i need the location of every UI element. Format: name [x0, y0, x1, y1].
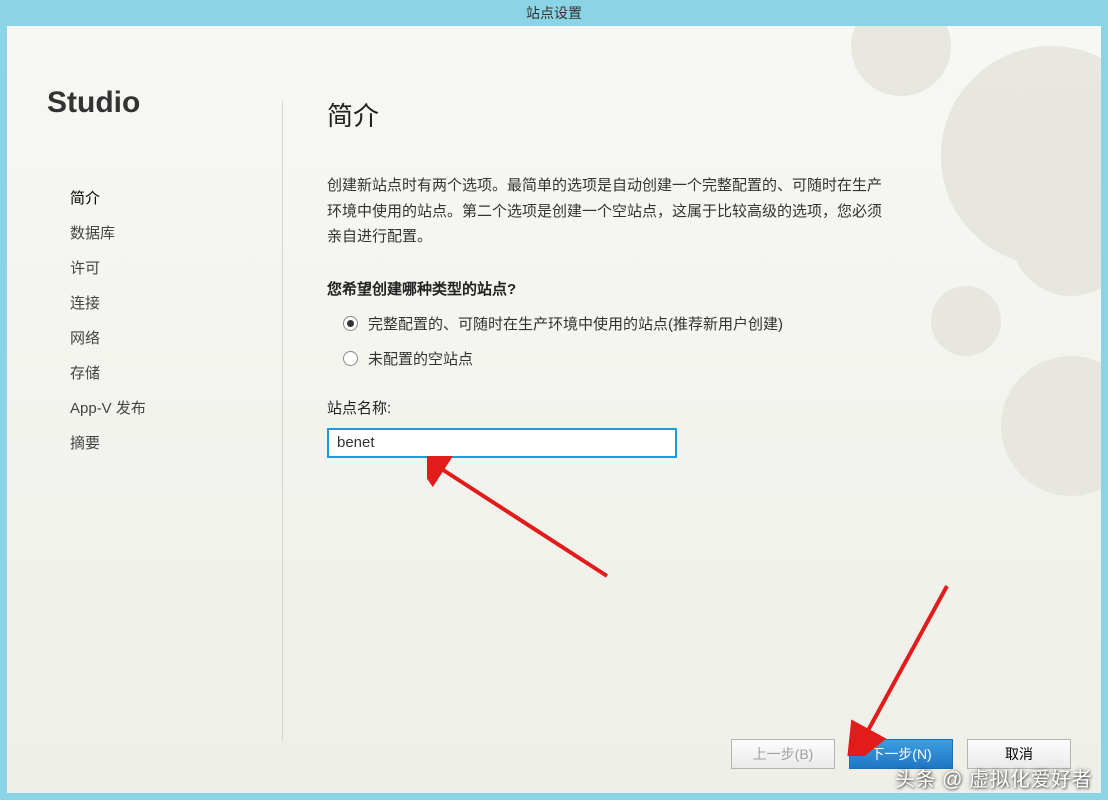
site-name-label: 站点名称:	[327, 397, 1061, 418]
nav-list: 简介 数据库 许可 连接 网络 存储 App-V 发布 摘要	[42, 180, 262, 460]
nav-item-network[interactable]: 网络	[42, 320, 262, 355]
back-button: 上一步(B)	[731, 739, 835, 769]
section-heading: 简介	[327, 96, 1061, 133]
sidebar: Studio 简介 数据库 许可 连接 网络 存储 App-V 发布 摘要	[42, 86, 262, 460]
radio-label: 完整配置的、可随时在生产环境中使用的站点(推荐新用户创建)	[368, 313, 783, 334]
window-body: Studio 简介 数据库 许可 连接 网络 存储 App-V 发布 摘要 简介…	[7, 26, 1101, 793]
nav-item-database[interactable]: 数据库	[42, 215, 262, 250]
nav-item-license[interactable]: 许可	[42, 250, 262, 285]
nav-item-connection[interactable]: 连接	[42, 285, 262, 320]
site-type-radio-group: 完整配置的、可随时在生产环境中使用的站点(推荐新用户创建) 未配置的空站点	[343, 313, 1061, 369]
annotation-arrow-next	[847, 576, 967, 756]
main-panel: 简介 创建新站点时有两个选项。最简单的选项是自动创建一个完整配置的、可随时在生产…	[327, 96, 1061, 458]
window-title: 站点设置	[0, 0, 1108, 26]
radio-icon	[343, 316, 358, 331]
radio-label: 未配置的空站点	[368, 348, 473, 369]
radio-icon	[343, 351, 358, 366]
watermark-text: 头条 @ 虚拟化爱好者	[895, 763, 1092, 792]
nav-item-storage[interactable]: 存储	[42, 355, 262, 390]
vertical-divider	[282, 101, 283, 741]
site-type-question: 您希望创建哪种类型的站点?	[327, 278, 1061, 299]
annotation-arrow-input	[427, 456, 627, 586]
radio-option-full[interactable]: 完整配置的、可随时在生产环境中使用的站点(推荐新用户创建)	[343, 313, 1061, 334]
nav-item-appv[interactable]: App-V 发布	[42, 390, 262, 425]
nav-item-summary[interactable]: 摘要	[42, 425, 262, 460]
site-name-input[interactable]	[327, 428, 677, 458]
nav-item-intro[interactable]: 简介	[42, 180, 262, 215]
intro-paragraph: 创建新站点时有两个选项。最简单的选项是自动创建一个完整配置的、可随时在生产环境中…	[327, 173, 887, 250]
studio-logo: Studio	[47, 86, 262, 120]
radio-option-empty[interactable]: 未配置的空站点	[343, 348, 1061, 369]
